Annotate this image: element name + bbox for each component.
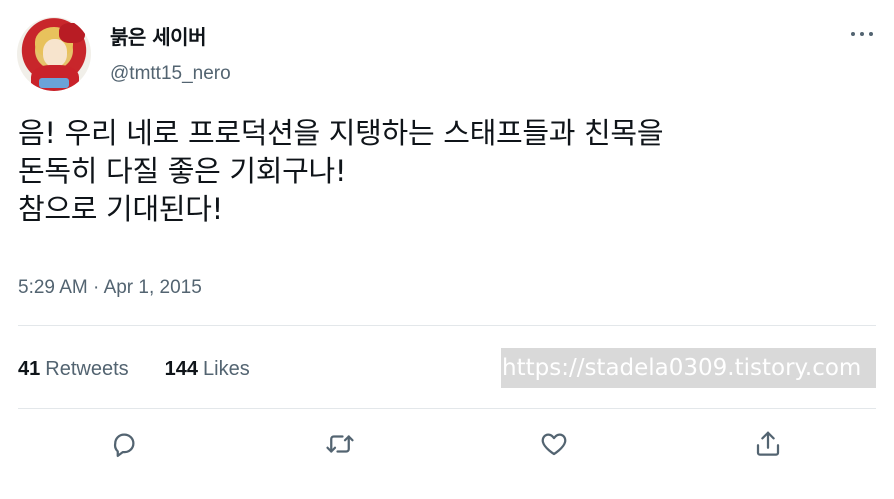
more-horizontal-icon xyxy=(869,32,873,36)
share-icon xyxy=(756,431,780,456)
reply-icon xyxy=(113,433,135,457)
tweet-date[interactable]: Apr 1, 2015 xyxy=(104,277,202,298)
reply-button[interactable] xyxy=(106,426,142,462)
more-horizontal-icon xyxy=(851,32,855,36)
share-button[interactable] xyxy=(750,426,786,462)
avatar-ribbon xyxy=(59,23,85,43)
divider xyxy=(18,325,876,326)
retweets-label: Retweets xyxy=(45,358,129,380)
more-horizontal-icon xyxy=(860,32,864,36)
display-name[interactable]: 붉은 세이버 xyxy=(110,24,206,50)
watermark: https://stadela0309.tistory.com xyxy=(501,348,876,388)
avatar[interactable] xyxy=(17,17,91,91)
retweets-count: 41 xyxy=(18,358,41,380)
tweet-text: 음! 우리 네로 프로덕션을 지탱하는 스태프들과 친목을 돈독히 다질 좋은 … xyxy=(18,114,878,228)
tweet-time[interactable]: 5:29 AM xyxy=(18,277,88,298)
tweet-timestamp: 5:29 AM · Apr 1, 2015 xyxy=(18,276,202,300)
action-bar xyxy=(0,424,894,468)
tweet-stats: 41 Retweets 144 Likes xyxy=(18,356,286,382)
likes-count: 144 xyxy=(164,358,198,380)
like-button[interactable] xyxy=(536,426,572,462)
avatar-tag xyxy=(39,78,69,88)
likes-stat[interactable]: 144 Likes xyxy=(165,356,250,382)
retweets-stat[interactable]: 41 Retweets xyxy=(18,356,129,382)
avatar-face xyxy=(43,39,67,67)
divider xyxy=(18,408,876,409)
tweet-line: 참으로 기대된다! xyxy=(18,192,223,226)
retweet-icon xyxy=(326,435,354,453)
tweet-line: 음! 우리 네로 프로덕션을 지탱하는 스태프들과 친목을 xyxy=(18,116,664,150)
tweet-line: 돈독히 다질 좋은 기회구나! xyxy=(18,154,347,188)
more-options-button[interactable] xyxy=(848,22,876,46)
user-handle[interactable]: @tmtt15_nero xyxy=(110,62,231,86)
heart-icon xyxy=(541,433,567,456)
likes-label: Likes xyxy=(203,358,250,380)
retweet-button[interactable] xyxy=(322,426,358,462)
timestamp-separator: · xyxy=(93,277,100,298)
